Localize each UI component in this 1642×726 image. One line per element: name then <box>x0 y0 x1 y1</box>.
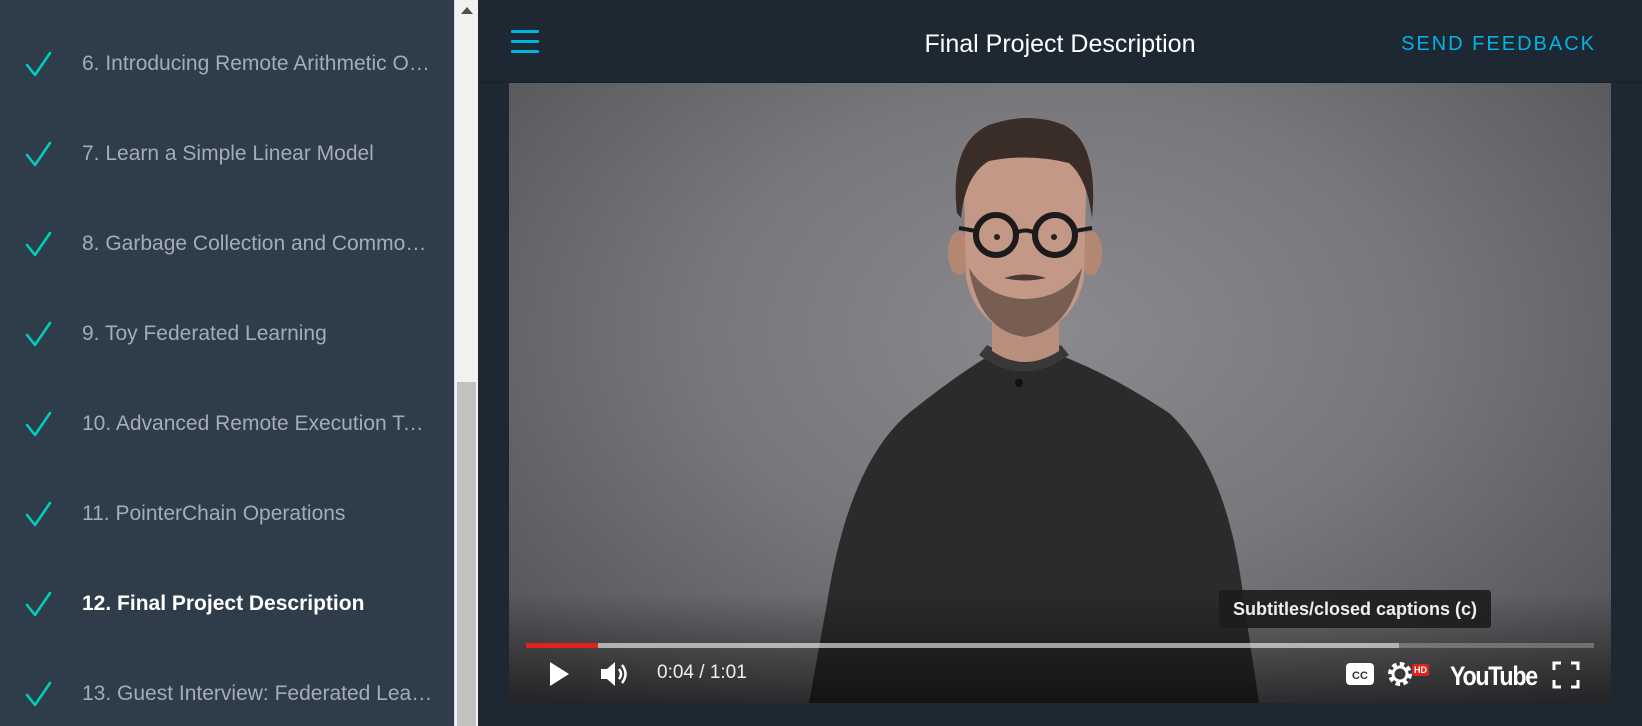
gear-icon[interactable] <box>1385 659 1415 689</box>
checkmark-icon <box>25 591 52 617</box>
checkmark-icon <box>25 321 52 347</box>
time-display: 0:04 / 1:01 <box>657 662 747 683</box>
lesson-item[interactable]: 13. Guest Interview: Federated Learning <box>0 649 454 726</box>
send-feedback-link[interactable]: SEND FEEDBACK <box>1401 33 1596 56</box>
fullscreen-icon[interactable] <box>1552 661 1580 689</box>
sidebar-scrollbar[interactable] <box>454 0 478 726</box>
buffer-bar <box>526 643 1399 648</box>
lesson-label: 6. Introducing Remote Arithmetic Operati… <box>82 52 434 75</box>
checkmark-icon <box>25 411 52 437</box>
lesson-label: 10. Advanced Remote Execution Tools <box>82 412 434 435</box>
captions-tooltip: Subtitles/closed captions (c) <box>1219 590 1492 628</box>
youtube-logo[interactable]: YouTube <box>1450 661 1538 692</box>
closed-captions-icon[interactable]: CC <box>1345 661 1375 687</box>
video-player[interactable]: Subtitles/closed captions (c) 0:04 / 1:0… <box>509 83 1611 703</box>
lesson-item[interactable]: 9. Toy Federated Learning <box>0 289 454 379</box>
lesson-label: 11. PointerChain Operations <box>82 502 346 525</box>
hd-badge: HD <box>1412 664 1429 676</box>
lesson-label: 12. Final Project Description <box>82 592 365 615</box>
checkmark-icon <box>25 681 52 707</box>
volume-icon[interactable] <box>599 659 633 689</box>
played-bar <box>526 643 598 648</box>
progress-bar[interactable] <box>526 643 1594 648</box>
lesson-label: 13. Guest Interview: Federated Learning <box>82 682 434 705</box>
lesson-list: 6. Introducing Remote Arithmetic Operati… <box>0 19 454 726</box>
lesson-sidebar: 6. Introducing Remote Arithmetic Operati… <box>0 0 454 726</box>
lesson-item-active[interactable]: 12. Final Project Description <box>0 559 454 649</box>
page-header: Final Project Description SEND FEEDBACK <box>478 0 1642 83</box>
lesson-label: 8. Garbage Collection and Common Errors <box>82 232 434 255</box>
lesson-item[interactable]: 11. PointerChain Operations <box>0 469 454 559</box>
svg-text:CC: CC <box>1352 670 1368 682</box>
lesson-label: 9. Toy Federated Learning <box>82 322 327 345</box>
lesson-item[interactable]: 6. Introducing Remote Arithmetic Operati… <box>0 19 454 109</box>
lesson-item[interactable]: 7. Learn a Simple Linear Model <box>0 109 454 199</box>
checkmark-icon <box>25 231 52 257</box>
checkmark-icon <box>25 501 52 527</box>
play-icon[interactable] <box>545 659 573 689</box>
scroll-thumb[interactable] <box>457 382 476 726</box>
scroll-up-arrow-icon[interactable] <box>455 0 479 20</box>
checkmark-icon <box>25 141 52 167</box>
lesson-item[interactable]: 8. Garbage Collection and Common Errors <box>0 199 454 289</box>
lesson-item[interactable]: 10. Advanced Remote Execution Tools <box>0 379 454 469</box>
lesson-label: 7. Learn a Simple Linear Model <box>82 142 374 165</box>
checkmark-icon <box>25 51 52 77</box>
